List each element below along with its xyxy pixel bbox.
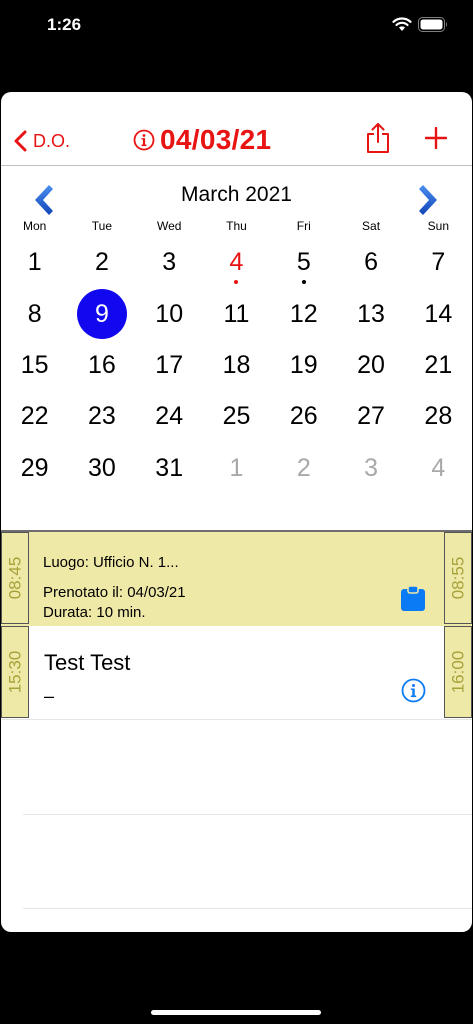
calendar-day[interactable]: 7 [405, 237, 472, 288]
appointment-end-time: 16:00 [444, 626, 472, 718]
appointments-list: 08:45 Luogo: Ufficio N. 1... Prenotato i… [1, 530, 472, 909]
calendar-day[interactable]: 8 [1, 288, 68, 339]
month-calendar: March 2021 Mon Tue Wed Thu Fri Sat Sun 1… [1, 167, 472, 530]
appointment-booked-date: Prenotato il: 04/03/21 [43, 584, 186, 601]
status-bar: 1:26 [0, 0, 473, 50]
calendar-day[interactable]: 5 [270, 237, 337, 288]
share-icon[interactable] [365, 122, 391, 154]
calendar-day[interactable]: 27 [337, 391, 404, 442]
calendar-day[interactable]: 6 [337, 237, 404, 288]
calendar-day[interactable]: 21 [405, 340, 472, 391]
appointment-duration: Durata: 10 min. [43, 604, 146, 621]
calendar-day[interactable]: 14 [405, 288, 472, 339]
calendar-day[interactable]: 2 [68, 237, 135, 288]
weekday-header: Mon Tue Wed Thu Fri Sat Sun [1, 219, 472, 233]
event-dot [234, 280, 239, 285]
event-dot [301, 280, 306, 285]
calendar-day[interactable]: 30 [68, 443, 135, 494]
weekday-label: Wed [156, 219, 182, 233]
add-icon[interactable] [425, 127, 447, 149]
info-icon [133, 129, 155, 151]
row-divider [23, 814, 472, 815]
calendar-week: 8 9 10 11 12 13 14 [1, 288, 472, 340]
appointment-start-time: 08:45 [1, 532, 29, 624]
calendar-day[interactable]: 1 [1, 237, 68, 288]
calendar-day[interactable]: 31 [136, 443, 203, 494]
calendar-day[interactable]: 23 [68, 391, 135, 442]
calendar-day-next-month[interactable]: 1 [203, 443, 270, 494]
weekday-label: Tue [91, 219, 113, 233]
calendar-day-next-month[interactable]: 4 [405, 443, 472, 494]
appointment-row[interactable]: 15:30 Test Test – 16:00 [1, 626, 472, 720]
weekday-label: Sun [427, 219, 449, 233]
back-label: D.O. [33, 130, 71, 151]
appointment-sheet: D.O. 04/03/21 March 2021 Mon Tue Wed Thu… [1, 92, 472, 932]
weekday-label: Mon [22, 219, 47, 233]
weekday-label: Sat [362, 219, 381, 233]
calendar-grid: 1 2 3 4 5 6 7 8 9 10 11 12 13 14 15 16 1… [1, 237, 472, 494]
row-divider [23, 908, 472, 909]
calendar-day[interactable]: 17 [136, 340, 203, 391]
weekday-label: Fri [296, 219, 311, 233]
calendar-day[interactable]: 24 [136, 391, 203, 442]
calendar-day[interactable]: 13 [337, 288, 404, 339]
calendar-day[interactable]: 12 [270, 288, 337, 339]
home-indicator[interactable] [151, 1010, 321, 1015]
battery-icon [418, 17, 447, 32]
info-icon[interactable] [401, 678, 426, 703]
calendar-day[interactable]: 29 [1, 443, 68, 494]
appointment-end-time: 08:55 [444, 532, 472, 624]
weekday-label: Thu [226, 219, 247, 233]
chevron-left-icon [14, 130, 27, 152]
appointment-start-time: 15:30 [1, 626, 29, 718]
navigation-bar: D.O. 04/03/21 [1, 92, 472, 166]
page-title-text: 04/03/21 [160, 124, 272, 155]
calendar-day-highlighted[interactable]: 4 [203, 237, 270, 288]
page-title: 04/03/21 [133, 122, 271, 158]
calendar-day[interactable]: 3 [136, 237, 203, 288]
clipboard-icon[interactable] [400, 585, 426, 612]
calendar-day[interactable]: 10 [136, 288, 203, 339]
appointment-location: Luogo: Ufficio N. 1... [43, 554, 179, 571]
calendar-week: 1 2 3 4 5 6 7 [1, 237, 472, 288]
month-title: March 2021 [181, 183, 292, 206]
calendar-week: 22 23 24 25 26 27 28 [1, 391, 472, 442]
calendar-day[interactable]: 18 [203, 340, 270, 391]
calendar-week: 15 16 17 18 19 20 21 [1, 340, 472, 391]
calendar-day[interactable]: 26 [270, 391, 337, 442]
calendar-day[interactable]: 25 [203, 391, 270, 442]
wifi-icon [392, 17, 412, 31]
calendar-day[interactable]: 22 [1, 391, 68, 442]
next-month-chevron-icon[interactable] [415, 182, 443, 218]
calendar-day[interactable]: 28 [405, 391, 472, 442]
calendar-day[interactable]: 20 [337, 340, 404, 391]
calendar-day-next-month[interactable]: 3 [337, 443, 404, 494]
calendar-day[interactable]: 16 [68, 340, 135, 391]
appointment-row[interactable]: 08:45 Luogo: Ufficio N. 1... Prenotato i… [1, 532, 472, 626]
calendar-day[interactable]: 15 [1, 340, 68, 391]
calendar-week: 29 30 31 1 2 3 4 [1, 443, 472, 494]
back-button[interactable]: D.O. [13, 126, 70, 156]
calendar-day[interactable]: 11 [203, 288, 270, 339]
calendar-day-next-month[interactable]: 2 [270, 443, 337, 494]
appointment-subtitle: – [44, 686, 55, 706]
calendar-day-selected[interactable]: 9 [68, 288, 135, 340]
appointment-name: Test Test [44, 650, 131, 675]
status-time: 1:26 [47, 15, 82, 34]
calendar-day[interactable]: 19 [270, 340, 337, 391]
